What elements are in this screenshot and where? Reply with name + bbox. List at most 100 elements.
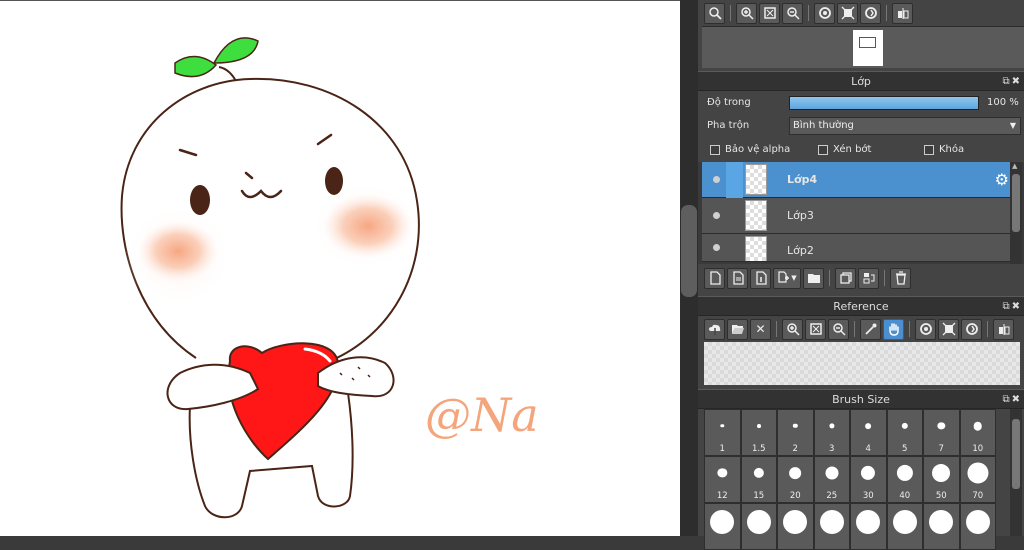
- brush-size-cell[interactable]: 12: [704, 456, 741, 503]
- brush-size-cell[interactable]: [740, 503, 777, 550]
- layer-row[interactable]: Lớp4 ⚙: [702, 162, 1012, 198]
- brush-size-label: 30: [862, 491, 874, 501]
- trash-icon[interactable]: [890, 267, 911, 289]
- flip-horizontal-icon[interactable]: [892, 2, 913, 24]
- close-icon[interactable]: ✖: [1012, 76, 1022, 87]
- undock-icon[interactable]: ⧉: [1002, 394, 1011, 405]
- reset-view-icon[interactable]: [837, 2, 858, 24]
- hand-icon[interactable]: [883, 318, 904, 340]
- blend-mode-select[interactable]: Bình thường ▼: [789, 116, 1021, 135]
- brush-size-dot: [967, 462, 989, 484]
- brush-size-cell[interactable]: [777, 503, 814, 550]
- duplicate-layer-icon[interactable]: [835, 267, 856, 289]
- lock-checkbox[interactable]: Khóa: [924, 144, 964, 155]
- brush-size-cell[interactable]: [704, 503, 741, 550]
- brush-size-cell[interactable]: 1.5: [740, 409, 777, 456]
- brush-size-cell[interactable]: [813, 503, 850, 550]
- brush-size-label: 70: [972, 491, 984, 501]
- brush-size-cell[interactable]: 10: [959, 409, 996, 456]
- brush-size-label: 3: [829, 444, 835, 454]
- brush-size-cell[interactable]: 30: [850, 456, 887, 503]
- gear-icon[interactable]: ⚙: [995, 170, 1009, 189]
- brush-size-cell[interactable]: 70: [959, 456, 996, 503]
- brush-size-cell[interactable]: 7: [923, 409, 960, 456]
- layer-row[interactable]: Lớp2: [702, 234, 1012, 262]
- close-icon[interactable]: ✖: [1012, 394, 1022, 405]
- brush-size-dot: [753, 467, 764, 479]
- canvas-vertical-scrollbar[interactable]: [680, 0, 698, 536]
- brush-size-dot: [746, 510, 771, 534]
- checkbox-box[interactable]: [818, 144, 828, 155]
- canvas-scroll-thumb[interactable]: [681, 205, 697, 297]
- brush-size-cell[interactable]: 3: [813, 409, 850, 456]
- new-layer-icon[interactable]: [704, 267, 725, 289]
- canvas-artwork: @Na: [120, 37, 539, 519]
- clipping-checkbox[interactable]: Xén bớt: [818, 144, 924, 155]
- navigator-preview[interactable]: [702, 26, 1024, 68]
- zoom-fit-icon[interactable]: [704, 2, 725, 24]
- brush-size-label: 50: [935, 491, 947, 501]
- add-layer-dropdown-icon[interactable]: ▼: [773, 267, 801, 289]
- brush-size-cell[interactable]: 50: [923, 456, 960, 503]
- checkbox-box[interactable]: [924, 144, 934, 155]
- open-folder-icon[interactable]: [727, 318, 748, 340]
- layer-list-scrollbar[interactable]: ▲: [1010, 162, 1022, 264]
- brush-size-dot: [929, 510, 954, 534]
- brush-size-cell[interactable]: 25: [813, 456, 850, 503]
- fit-screen-icon[interactable]: [805, 318, 826, 340]
- rotate-right-icon[interactable]: [860, 2, 881, 24]
- rotate-right-icon[interactable]: [961, 318, 982, 340]
- blend-label: Pha trộn: [707, 120, 750, 131]
- brush-size-dot: [720, 424, 724, 428]
- brush-size-cell[interactable]: 5: [886, 409, 923, 456]
- zoom-out-icon[interactable]: [828, 318, 849, 340]
- visibility-icon[interactable]: [713, 212, 720, 219]
- undock-icon[interactable]: ⧉: [1002, 301, 1011, 312]
- protect-alpha-checkbox[interactable]: Bảo vệ alpha: [710, 144, 818, 155]
- flip-horizontal-icon[interactable]: [993, 318, 1014, 340]
- folder-icon[interactable]: [803, 267, 824, 289]
- checkbox-box[interactable]: [710, 144, 720, 155]
- brush-size-cell[interactable]: [850, 503, 887, 550]
- zoom-in-icon[interactable]: [782, 318, 803, 340]
- visibility-icon[interactable]: [713, 244, 720, 251]
- brush-size-cell[interactable]: [959, 503, 996, 550]
- merge-layer-icon[interactable]: [858, 267, 879, 289]
- new-1bit-layer-icon[interactable]: [750, 267, 771, 289]
- brush-size-cell[interactable]: 15: [740, 456, 777, 503]
- upload-icon[interactable]: [704, 318, 725, 340]
- fit-screen-icon[interactable]: [759, 2, 780, 24]
- brush-size-label: 20: [789, 491, 801, 501]
- brush-size-label: 12: [716, 491, 728, 501]
- scroll-up-icon[interactable]: ▲: [1012, 162, 1017, 170]
- blush-right: [323, 194, 413, 258]
- new-halftone-layer-icon[interactable]: [727, 267, 748, 289]
- visibility-icon[interactable]: [713, 176, 720, 183]
- eyedropper-icon[interactable]: [860, 318, 881, 340]
- navigator-viewport-frame[interactable]: [859, 37, 876, 48]
- brush-size-dot: [865, 423, 872, 429]
- brush-size-cell[interactable]: 1: [704, 409, 741, 456]
- brush-size-cell[interactable]: 4: [850, 409, 887, 456]
- brush-size-cell[interactable]: 20: [777, 456, 814, 503]
- brush-size-cell[interactable]: 2: [777, 409, 814, 456]
- brush-scroll-thumb[interactable]: [1012, 419, 1020, 489]
- brush-size-scrollbar[interactable]: [1010, 409, 1022, 536]
- rotate-left-icon[interactable]: [814, 2, 835, 24]
- rotate-left-icon[interactable]: [915, 318, 936, 340]
- zoom-in-icon[interactable]: [736, 2, 757, 24]
- zoom-out-icon[interactable]: [782, 2, 803, 24]
- brush-size-label: 7: [938, 444, 944, 454]
- brush-size-cell[interactable]: [886, 503, 923, 550]
- layer-row[interactable]: Lớp3: [702, 198, 1012, 234]
- brush-size-cell[interactable]: [923, 503, 960, 550]
- close-reference-icon[interactable]: ✕: [750, 318, 771, 340]
- reference-canvas[interactable]: [704, 342, 1020, 385]
- reset-view-icon[interactable]: [938, 318, 959, 340]
- layer-scroll-thumb[interactable]: [1012, 174, 1020, 232]
- undock-icon[interactable]: ⧉: [1002, 76, 1011, 87]
- drawing-canvas[interactable]: @Na: [0, 0, 680, 536]
- brush-size-cell[interactable]: 40: [886, 456, 923, 503]
- opacity-slider[interactable]: [789, 95, 979, 110]
- close-icon[interactable]: ✖: [1012, 301, 1022, 312]
